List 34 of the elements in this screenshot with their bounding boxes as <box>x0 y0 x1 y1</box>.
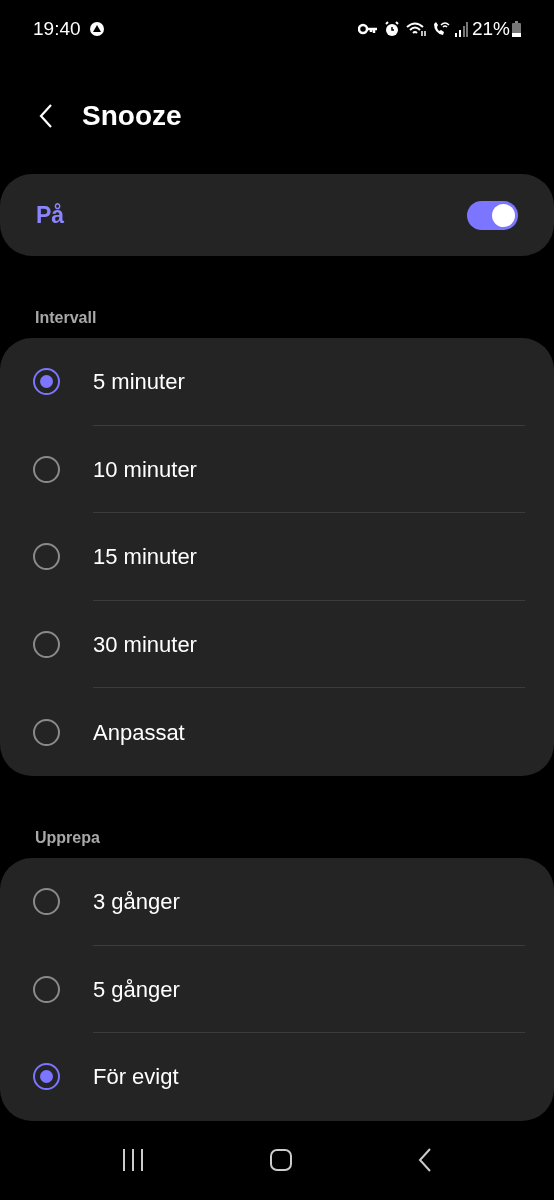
signal-icon <box>453 21 468 37</box>
section-header: Upprepa <box>35 828 100 846</box>
radio-option[interactable]: 5 gånger <box>0 945 554 1034</box>
radio-button[interactable] <box>33 368 60 396</box>
radio-option[interactable]: 15 minuter <box>0 513 554 601</box>
wifi-calling-icon <box>431 21 450 37</box>
toggle-switch[interactable] <box>467 200 518 230</box>
alarm-icon <box>383 21 400 37</box>
radio-option[interactable]: 3 gånger <box>0 857 554 946</box>
battery-icon <box>512 21 521 37</box>
radio-button[interactable] <box>33 888 60 916</box>
battery-percentage: 21% <box>471 16 510 41</box>
radio-button[interactable] <box>33 975 60 1003</box>
key-icon <box>357 23 378 35</box>
radio-button[interactable] <box>33 718 60 746</box>
recent-apps-icon[interactable] <box>122 1148 145 1172</box>
home-icon[interactable] <box>269 1148 293 1172</box>
radio-button[interactable] <box>33 455 60 483</box>
wifi-icon <box>405 21 428 37</box>
radio-button[interactable] <box>33 543 60 571</box>
radio-option[interactable]: 10 minuter <box>0 425 554 514</box>
radio-option[interactable]: 5 minuter <box>0 338 554 426</box>
back-icon[interactable] <box>417 1148 432 1172</box>
status-time: 19:40 <box>33 16 81 41</box>
notification-icon <box>88 21 105 37</box>
radio-option[interactable]: 30 minuter <box>0 600 554 689</box>
radio-button[interactable] <box>33 1063 60 1091</box>
master-switch-card[interactable]: På <box>0 174 554 256</box>
radio-option[interactable]: För evigt <box>0 1033 554 1121</box>
radio-option[interactable]: Anpassat <box>0 688 554 776</box>
page-title: Snooze <box>82 99 182 133</box>
radio-button[interactable] <box>33 631 60 659</box>
section-header: Intervall <box>35 309 97 326</box>
master-switch-label: På <box>36 200 65 230</box>
